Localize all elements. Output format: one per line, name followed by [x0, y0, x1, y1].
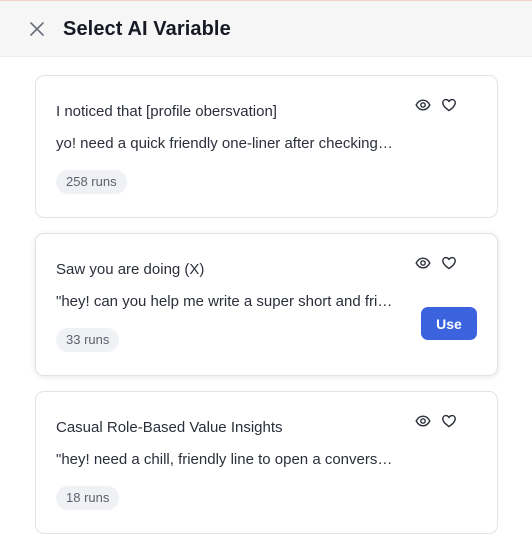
runs-badge: 258 runs: [56, 170, 127, 194]
heart-icon: [442, 256, 456, 270]
card-description: yo! need a quick friendly one-liner afte…: [56, 135, 396, 152]
card-title: Casual Role-Based Value Insights: [56, 419, 283, 436]
panel-header: Select AI Variable: [0, 1, 532, 57]
variable-card[interactable]: Saw you are doing (X) "hey! can you help…: [35, 233, 498, 376]
eye-icon: [415, 257, 431, 269]
close-button[interactable]: [26, 18, 48, 40]
heart-icon: [442, 414, 456, 428]
preview-button[interactable]: [414, 412, 432, 430]
select-ai-variable-panel: Select AI Variable I noticed that [profi…: [0, 0, 532, 547]
card-title: Saw you are doing (X): [56, 261, 205, 278]
variable-card[interactable]: I noticed that [profile obersvation] yo!…: [35, 75, 498, 218]
runs-badge: 33 runs: [56, 328, 120, 352]
favorite-button[interactable]: [440, 412, 458, 430]
eye-icon: [415, 99, 431, 111]
favorite-button[interactable]: [440, 254, 458, 272]
variable-list: I noticed that [profile obersvation] yo!…: [0, 57, 532, 547]
page-title: Select AI Variable: [63, 18, 231, 40]
preview-button[interactable]: [414, 96, 432, 114]
card-description: "hey! can you help me write a super shor…: [56, 293, 396, 310]
preview-button[interactable]: [414, 254, 432, 272]
runs-badge: 18 runs: [56, 486, 120, 510]
eye-icon: [415, 415, 431, 427]
variable-card[interactable]: Casual Role-Based Value Insights "hey! n…: [35, 391, 498, 534]
heart-icon: [442, 98, 456, 112]
card-title: I noticed that [profile obersvation]: [56, 103, 277, 120]
close-icon: [30, 22, 44, 36]
favorite-button[interactable]: [440, 96, 458, 114]
card-description: "hey! need a chill, friendly line to ope…: [56, 451, 396, 468]
use-button[interactable]: Use: [421, 307, 477, 340]
